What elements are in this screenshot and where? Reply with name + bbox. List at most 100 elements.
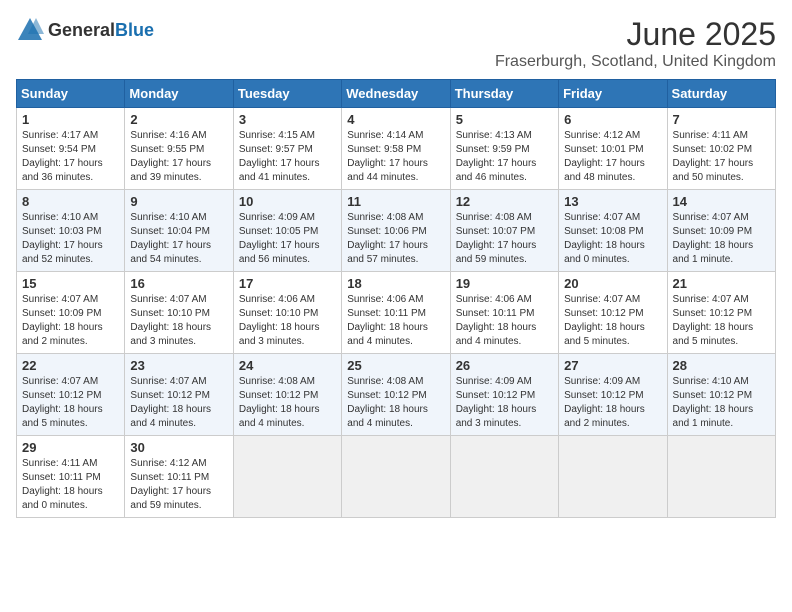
calendar-row: 1Sunrise: 4:17 AM Sunset: 9:54 PM Daylig…	[17, 108, 776, 190]
table-row: 12Sunrise: 4:08 AM Sunset: 10:07 PM Dayl…	[450, 190, 558, 272]
day-info: Sunrise: 4:11 AM Sunset: 10:11 PM Daylig…	[22, 457, 119, 513]
day-number: 11	[347, 194, 444, 209]
calendar-row: 22 Sunrise: 4:07 AM Sunset: 10:12 PM Dayl…	[17, 354, 776, 436]
table-row: 25Sunrise: 4:08 AM Sunset: 10:12 PM Dayl…	[342, 354, 450, 436]
day-info: Sunrise: 4:08 AM Sunset: 10:12 PM Daylig…	[239, 375, 336, 431]
calendar-row: 29 Sunrise: 4:11 AM Sunset: 10:11 PM Dayl…	[17, 436, 776, 518]
day-number: 19	[456, 276, 553, 291]
day-info: Sunrise: 4:07 AM Sunset: 10:12 PM Daylig…	[673, 293, 770, 349]
table-row: 15Sunrise: 4:07 AM Sunset: 10:09 PM Dayl…	[17, 272, 125, 354]
logo-blue-text: Blue	[115, 20, 154, 40]
col-tuesday: Tuesday	[233, 80, 341, 108]
table-row: 7 Sunrise: 4:11 AM Sunset: 10:02 PM Dayli…	[667, 108, 775, 190]
calendar-table: Sunday Monday Tuesday Wednesday Thursday…	[16, 79, 776, 518]
day-info: Sunrise: 4:10 AM Sunset: 10:03 PM Daylig…	[22, 211, 119, 267]
col-sunday: Sunday	[17, 80, 125, 108]
day-info: Sunrise: 4:06 AM Sunset: 10:10 PM Daylig…	[239, 293, 336, 349]
table-row: 17 Sunrise: 4:06 AM Sunset: 10:10 PM Dayl…	[233, 272, 341, 354]
day-number: 30	[130, 440, 227, 455]
table-row: 29 Sunrise: 4:11 AM Sunset: 10:11 PM Dayl…	[17, 436, 125, 518]
day-number: 29	[22, 440, 119, 455]
day-info: Sunrise: 4:06 AM Sunset: 10:11 PM Daylig…	[347, 293, 444, 349]
day-info: Sunrise: 4:10 AM Sunset: 10:12 PM Daylig…	[673, 375, 770, 431]
day-number: 7	[673, 112, 770, 127]
table-row: 23Sunrise: 4:07 AM Sunset: 10:12 PM Dayl…	[125, 354, 233, 436]
day-info: Sunrise: 4:12 AM Sunset: 10:01 PM Daylig…	[564, 129, 661, 185]
day-number: 28	[673, 358, 770, 373]
table-row: 22 Sunrise: 4:07 AM Sunset: 10:12 PM Dayl…	[17, 354, 125, 436]
day-info: Sunrise: 4:07 AM Sunset: 10:12 PM Daylig…	[564, 293, 661, 349]
day-info: Sunrise: 4:09 AM Sunset: 10:12 PM Daylig…	[456, 375, 553, 431]
table-row: 10Sunrise: 4:09 AM Sunset: 10:05 PM Dayl…	[233, 190, 341, 272]
table-row: 3Sunrise: 4:15 AM Sunset: 9:57 PM Daylig…	[233, 108, 341, 190]
day-number: 5	[456, 112, 553, 127]
day-number: 25	[347, 358, 444, 373]
table-row: 14Sunrise: 4:07 AM Sunset: 10:09 PM Dayl…	[667, 190, 775, 272]
day-info: Sunrise: 4:07 AM Sunset: 10:12 PM Daylig…	[22, 375, 119, 431]
day-number: 22	[22, 358, 119, 373]
day-info: Sunrise: 4:17 AM Sunset: 9:54 PM Dayligh…	[22, 129, 119, 185]
table-row: 1Sunrise: 4:17 AM Sunset: 9:54 PM Daylig…	[17, 108, 125, 190]
table-row: 5 Sunrise: 4:13 AM Sunset: 9:59 PM Daylig…	[450, 108, 558, 190]
location-title: Fraserburgh, Scotland, United Kingdom	[495, 53, 776, 71]
day-info: Sunrise: 4:13 AM Sunset: 9:59 PM Dayligh…	[456, 129, 553, 185]
day-info: Sunrise: 4:14 AM Sunset: 9:58 PM Dayligh…	[347, 129, 444, 185]
empty-cell	[233, 436, 341, 518]
empty-cell	[342, 436, 450, 518]
col-monday: Monday	[125, 80, 233, 108]
day-number: 13	[564, 194, 661, 209]
table-row: 28 Sunrise: 4:10 AM Sunset: 10:12 PM Dayl…	[667, 354, 775, 436]
day-number: 2	[130, 112, 227, 127]
day-info: Sunrise: 4:07 AM Sunset: 10:12 PM Daylig…	[130, 375, 227, 431]
day-number: 21	[673, 276, 770, 291]
day-number: 20	[564, 276, 661, 291]
day-info: Sunrise: 4:12 AM Sunset: 10:11 PM Daylig…	[130, 457, 227, 513]
month-title: June 2025	[495, 16, 776, 53]
day-info: Sunrise: 4:07 AM Sunset: 10:09 PM Daylig…	[673, 211, 770, 267]
table-row: 8Sunrise: 4:10 AM Sunset: 10:03 PM Dayli…	[17, 190, 125, 272]
table-row: 18Sunrise: 4:06 AM Sunset: 10:11 PM Dayl…	[342, 272, 450, 354]
table-row: 11 Sunrise: 4:08 AM Sunset: 10:06 PM Dayl…	[342, 190, 450, 272]
table-row: 30 Sunrise: 4:12 AM Sunset: 10:11 PM Dayl…	[125, 436, 233, 518]
day-number: 4	[347, 112, 444, 127]
logo: GeneralBlue	[16, 16, 154, 44]
logo-general-text: General	[48, 20, 115, 40]
table-row: 4 Sunrise: 4:14 AM Sunset: 9:58 PM Daylig…	[342, 108, 450, 190]
col-friday: Friday	[559, 80, 667, 108]
table-row: 2 Sunrise: 4:16 AM Sunset: 9:55 PM Daylig…	[125, 108, 233, 190]
day-info: Sunrise: 4:07 AM Sunset: 10:10 PM Daylig…	[130, 293, 227, 349]
table-row: 27Sunrise: 4:09 AM Sunset: 10:12 PM Dayl…	[559, 354, 667, 436]
table-row: 21 Sunrise: 4:07 AM Sunset: 10:12 PM Dayl…	[667, 272, 775, 354]
day-info: Sunrise: 4:08 AM Sunset: 10:07 PM Daylig…	[456, 211, 553, 267]
table-row: 16 Sunrise: 4:07 AM Sunset: 10:10 PM Dayl…	[125, 272, 233, 354]
day-number: 26	[456, 358, 553, 373]
logo-icon	[16, 16, 44, 44]
header: GeneralBlue June 2025 Fraserburgh, Scotl…	[16, 16, 776, 71]
title-block: June 2025 Fraserburgh, Scotland, United …	[495, 16, 776, 71]
day-number: 17	[239, 276, 336, 291]
day-info: Sunrise: 4:07 AM Sunset: 10:08 PM Daylig…	[564, 211, 661, 267]
col-thursday: Thursday	[450, 80, 558, 108]
day-number: 3	[239, 112, 336, 127]
table-row: 24Sunrise: 4:08 AM Sunset: 10:12 PM Dayl…	[233, 354, 341, 436]
calendar-row: 15Sunrise: 4:07 AM Sunset: 10:09 PM Dayl…	[17, 272, 776, 354]
day-info: Sunrise: 4:09 AM Sunset: 10:12 PM Daylig…	[564, 375, 661, 431]
day-info: Sunrise: 4:08 AM Sunset: 10:06 PM Daylig…	[347, 211, 444, 267]
table-row: 9 Sunrise: 4:10 AM Sunset: 10:04 PM Dayli…	[125, 190, 233, 272]
table-row: 26 Sunrise: 4:09 AM Sunset: 10:12 PM Dayl…	[450, 354, 558, 436]
day-number: 9	[130, 194, 227, 209]
col-wednesday: Wednesday	[342, 80, 450, 108]
empty-cell	[667, 436, 775, 518]
calendar-header-row: Sunday Monday Tuesday Wednesday Thursday…	[17, 80, 776, 108]
day-info: Sunrise: 4:10 AM Sunset: 10:04 PM Daylig…	[130, 211, 227, 267]
table-row: 6 Sunrise: 4:12 AM Sunset: 10:01 PM Dayli…	[559, 108, 667, 190]
day-number: 16	[130, 276, 227, 291]
calendar-row: 8Sunrise: 4:10 AM Sunset: 10:03 PM Dayli…	[17, 190, 776, 272]
empty-cell	[450, 436, 558, 518]
day-info: Sunrise: 4:09 AM Sunset: 10:05 PM Daylig…	[239, 211, 336, 267]
day-info: Sunrise: 4:16 AM Sunset: 9:55 PM Dayligh…	[130, 129, 227, 185]
day-number: 6	[564, 112, 661, 127]
day-info: Sunrise: 4:11 AM Sunset: 10:02 PM Daylig…	[673, 129, 770, 185]
col-saturday: Saturday	[667, 80, 775, 108]
day-number: 15	[22, 276, 119, 291]
